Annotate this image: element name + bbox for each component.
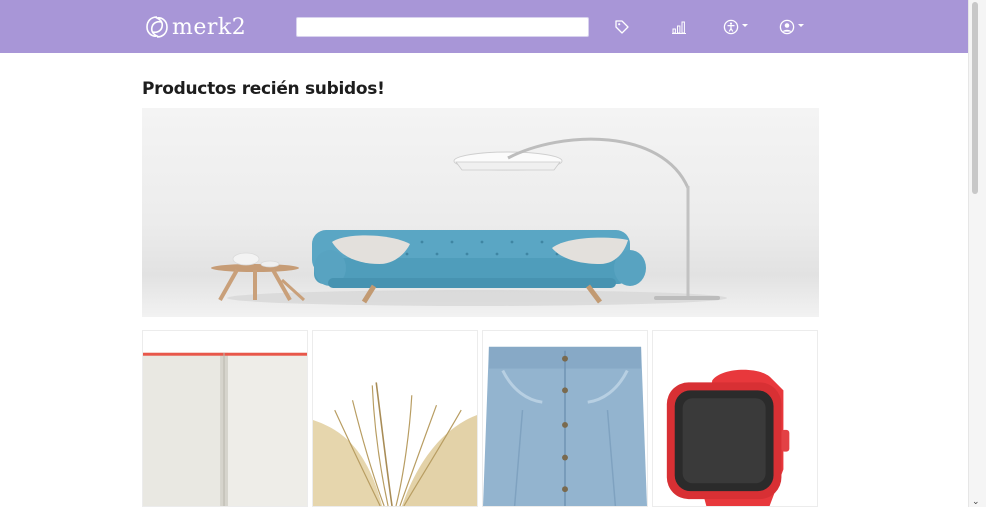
- hero-carousel-image[interactable]: [142, 108, 819, 317]
- product-grid: [142, 330, 820, 507]
- user-icon: [779, 19, 795, 35]
- scroll-thumb[interactable]: [972, 2, 978, 194]
- brand-swirl-icon: [146, 16, 168, 38]
- product-card[interactable]: [652, 330, 818, 507]
- brand-name: merk2: [172, 14, 247, 40]
- page-scrollbar[interactable]: ⌄: [968, 0, 986, 507]
- product-card[interactable]: [142, 330, 308, 507]
- tag-icon: [615, 20, 629, 34]
- product-card[interactable]: [312, 330, 478, 507]
- section-title: Productos recién subidos!: [142, 79, 385, 99]
- top-navbar: merk2: [0, 0, 968, 53]
- chevron-down-icon: [798, 23, 804, 27]
- stats-icon: [672, 21, 686, 34]
- accessibility-icon: [723, 19, 739, 35]
- open-book-image: [313, 331, 477, 506]
- product-card[interactable]: [482, 330, 648, 507]
- chevron-down-icon: [742, 23, 748, 27]
- tag-button[interactable]: [614, 17, 630, 37]
- red-smartwatch-image: [653, 331, 817, 506]
- brand-logo[interactable]: merk2: [144, 13, 246, 41]
- denim-skirt-image: [483, 331, 647, 506]
- scroll-down-arrow-icon[interactable]: ⌄: [972, 497, 980, 506]
- notebook-image: [143, 331, 307, 506]
- stats-button[interactable]: [671, 17, 687, 37]
- search-input[interactable]: [296, 17, 589, 37]
- sofa-lamp-illustration: [211, 137, 727, 306]
- user-dropdown[interactable]: [779, 17, 804, 37]
- accessibility-dropdown[interactable]: [723, 17, 748, 37]
